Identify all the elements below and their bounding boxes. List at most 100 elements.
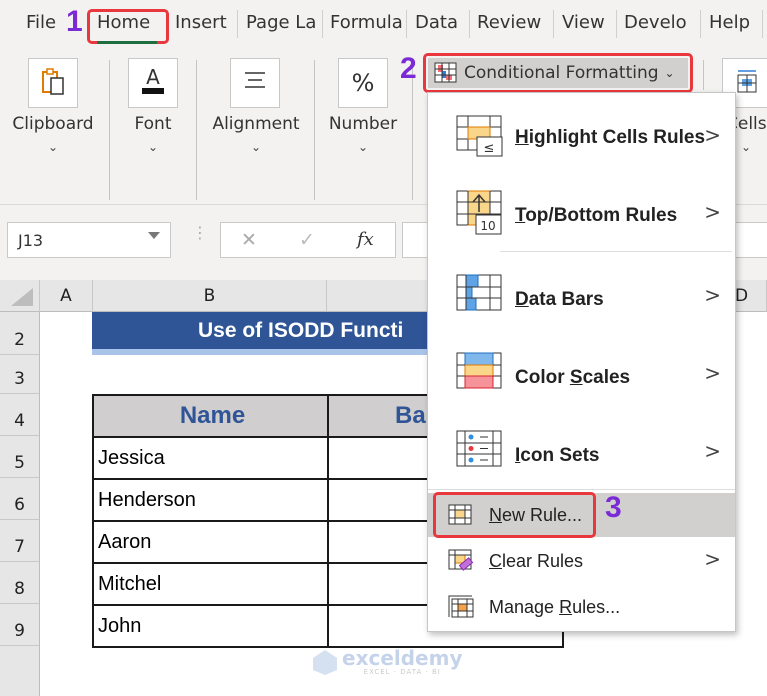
- menu-item-icon-sets[interactable]: Icon Sets >: [428, 415, 735, 487]
- label-text: ata Bars: [528, 289, 604, 310]
- tab-divider: [616, 10, 617, 38]
- chevron-down-icon[interactable]: ⌄: [200, 140, 312, 154]
- tab-divider: [237, 10, 238, 38]
- row-header-5[interactable]: 5: [0, 436, 40, 478]
- svg-text:10: 10: [480, 219, 495, 233]
- step-3-marker: 3: [605, 491, 622, 524]
- menu-divider: [500, 251, 732, 252]
- cancel-icon[interactable]: ✕: [241, 229, 257, 251]
- icon-sets-icon: [456, 430, 504, 474]
- submenu-arrow-icon: >: [704, 439, 721, 463]
- label-text: op/Bottom Rules: [525, 205, 678, 226]
- enter-icon[interactable]: ✓: [299, 229, 315, 251]
- cell-name[interactable]: Aaron: [92, 520, 329, 564]
- alignment-button[interactable]: [230, 58, 280, 108]
- menu-item-top-bottom-rules[interactable]: 10 Top/Bottom Rules >: [428, 178, 735, 250]
- tab-help[interactable]: Help: [709, 12, 750, 33]
- group-divider: [703, 60, 704, 90]
- number-group-label[interactable]: Number: [318, 114, 408, 134]
- name-box[interactable]: J13: [7, 222, 171, 258]
- accelerator-key: H: [515, 127, 529, 148]
- group-divider: [196, 60, 197, 200]
- menu-item-label: Top/Bottom Rules: [515, 205, 677, 227]
- font-color-icon: A: [138, 65, 168, 100]
- active-tab-underline: [97, 41, 157, 44]
- row-header-9[interactable]: 9: [0, 604, 40, 646]
- cells-insert-icon: [735, 68, 759, 98]
- menu-item-label: Manage Rules...: [489, 597, 620, 618]
- tab-view[interactable]: View: [562, 12, 605, 33]
- color-scales-icon: [456, 352, 504, 396]
- row-header-4[interactable]: 4: [0, 394, 40, 436]
- cell-name[interactable]: John: [92, 604, 329, 648]
- drag-handle-icon[interactable]: ⋮: [192, 225, 208, 241]
- tab-review[interactable]: Review: [477, 12, 541, 33]
- tab-data[interactable]: Data: [415, 12, 458, 33]
- insert-function-icon[interactable]: fx: [357, 229, 374, 250]
- label-text: con Sets: [520, 445, 600, 466]
- select-all-corner[interactable]: [0, 280, 40, 312]
- submenu-arrow-icon: >: [704, 200, 721, 224]
- group-divider: [314, 60, 315, 200]
- row-header-2[interactable]: 2: [0, 312, 40, 355]
- highlight-box-conditional-formatting: [423, 53, 693, 93]
- cell-name[interactable]: Henderson: [92, 478, 329, 522]
- header-name[interactable]: Name: [92, 394, 329, 438]
- clipboard-button[interactable]: [28, 58, 78, 108]
- chevron-down-icon[interactable]: ⌄: [740, 140, 752, 154]
- font-group-label[interactable]: Font: [110, 114, 196, 134]
- tab-divider: [469, 10, 470, 38]
- submenu-arrow-icon: >: [704, 547, 721, 571]
- clipboard-group-label[interactable]: Clipboard: [0, 114, 106, 134]
- accelerator-key: R: [559, 597, 573, 617]
- tab-divider: [406, 10, 407, 38]
- conditional-formatting-menu: ≤ Highlight Cells Rules > 10 Top/Bottom …: [427, 92, 736, 632]
- menu-item-color-scales[interactable]: Color Scales >: [428, 337, 735, 409]
- label-text: ighlight Cells Rules: [528, 127, 706, 148]
- menu-item-data-bars[interactable]: Data Bars >: [428, 259, 735, 331]
- cell-name[interactable]: Mitchel: [92, 562, 329, 606]
- name-box-dropdown-icon[interactable]: [148, 232, 160, 239]
- accelerator-key: T: [515, 205, 526, 226]
- clipboard-icon: [39, 66, 67, 100]
- label-text: lear Rules: [502, 551, 584, 571]
- row-header-8[interactable]: 8: [0, 562, 40, 604]
- accelerator-key: C: [489, 551, 502, 571]
- percent-icon: %: [351, 69, 375, 97]
- step-2-marker: 2: [400, 52, 417, 85]
- tab-insert[interactable]: Insert: [175, 12, 227, 33]
- row-header-7[interactable]: 7: [0, 520, 40, 562]
- menu-item-manage-rules[interactable]: Manage Rules...: [428, 585, 735, 629]
- column-header-a[interactable]: A: [40, 280, 93, 312]
- tab-file[interactable]: File: [26, 12, 56, 33]
- submenu-arrow-icon: >: [704, 283, 721, 307]
- column-header-b[interactable]: B: [93, 280, 327, 312]
- data-bars-icon: [456, 274, 504, 318]
- row-header-10[interactable]: [0, 646, 40, 696]
- name-box-value: J13: [18, 231, 44, 250]
- tab-page-layout[interactable]: Page La: [246, 12, 316, 33]
- label-text: Color: [515, 367, 570, 388]
- chevron-down-icon[interactable]: ⌄: [0, 140, 106, 154]
- highlight-box-new-rule: [433, 492, 596, 538]
- label-text: ules...: [572, 597, 621, 617]
- manage-rules-icon: [448, 595, 476, 623]
- alignment-group-label[interactable]: Alignment: [200, 114, 312, 134]
- tab-developer[interactable]: Develo: [624, 12, 687, 33]
- chevron-down-icon[interactable]: ⌄: [318, 140, 408, 154]
- svg-text:A: A: [146, 66, 160, 89]
- chevron-down-icon[interactable]: ⌄: [110, 140, 196, 154]
- top-bottom-icon: 10: [456, 190, 504, 240]
- svg-text:≤: ≤: [484, 141, 495, 156]
- cell-name[interactable]: Jessica: [92, 436, 329, 480]
- number-button[interactable]: %: [338, 58, 388, 108]
- tab-formulas[interactable]: Formula: [330, 12, 403, 33]
- step-1-marker: 1: [66, 5, 83, 38]
- menu-item-clear-rules[interactable]: Clear Rules >: [428, 539, 735, 583]
- tab-divider: [553, 10, 554, 38]
- row-header-3[interactable]: 3: [0, 355, 40, 394]
- menu-item-highlight-cells-rules[interactable]: ≤ Highlight Cells Rules >: [428, 101, 735, 173]
- label-text: cales: [582, 367, 631, 388]
- font-button[interactable]: A: [128, 58, 178, 108]
- row-header-6[interactable]: 6: [0, 478, 40, 520]
